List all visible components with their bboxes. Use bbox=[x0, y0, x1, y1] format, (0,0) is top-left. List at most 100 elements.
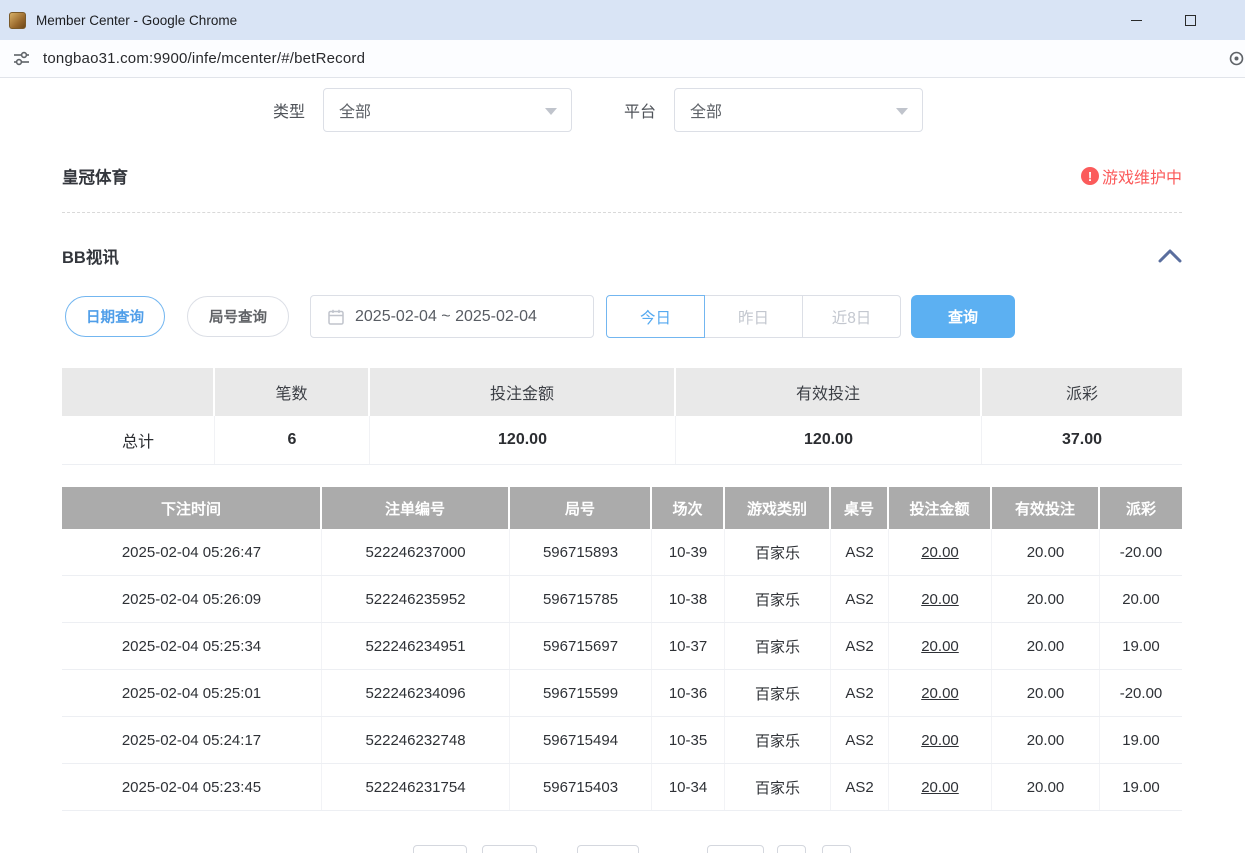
table-no-cell: AS2 bbox=[831, 764, 889, 810]
payout-cell: -20.00 bbox=[1100, 670, 1182, 716]
platform-select[interactable]: 全部 bbox=[674, 88, 923, 132]
bet-amount-link[interactable]: 20.00 bbox=[889, 717, 992, 763]
minimize-button[interactable] bbox=[1113, 0, 1159, 40]
bet-amount-link[interactable]: 20.00 bbox=[889, 670, 992, 716]
chevron-down-icon bbox=[896, 108, 908, 115]
collapse-button[interactable] bbox=[1158, 249, 1182, 263]
minimize-icon bbox=[1131, 20, 1142, 21]
bet-table-body: 2025-02-04 05:26:47 522246237000 5967158… bbox=[62, 529, 1182, 811]
order-id-cell: 522246231754 bbox=[322, 764, 510, 810]
col-header-round-id: 局号 bbox=[510, 487, 652, 529]
query-toolbar: 日期查询 局号查询 2025-02-04 ~ 2025-02-04 今日 昨日 … bbox=[62, 295, 1182, 338]
table-row: 2025-02-04 05:25:34 522246234951 5967156… bbox=[62, 623, 1182, 670]
summary-payout-value: 37.00 bbox=[982, 416, 1182, 464]
maintenance-badge: ! 游戏维护中 bbox=[1081, 164, 1182, 188]
summary-header-count: 笔数 bbox=[215, 368, 370, 416]
summary-count-value: 6 bbox=[215, 416, 370, 464]
summary-valid-bet-value: 120.00 bbox=[676, 416, 982, 464]
crown-sports-title: 皇冠体育 bbox=[62, 164, 128, 188]
summary-header-valid-bet: 有效投注 bbox=[676, 368, 982, 416]
address-url[interactable]: tongbao31.com:9900/infe/mcenter/#/betRec… bbox=[43, 50, 365, 67]
round-id-cell: 596715697 bbox=[510, 623, 652, 669]
summary-table: 笔数 投注金额 有效投注 派彩 总计 6 120.00 120.00 37.00 bbox=[62, 368, 1182, 465]
col-header-table-no: 桌号 bbox=[831, 487, 889, 529]
url-bar[interactable]: tongbao31.com:9900/infe/mcenter/#/betRec… bbox=[0, 40, 1245, 78]
round-id-cell: 596715494 bbox=[510, 717, 652, 763]
bet-time-cell: 2025-02-04 05:26:09 bbox=[62, 576, 322, 622]
bet-amount-link[interactable]: 20.00 bbox=[889, 529, 992, 575]
col-header-order-id: 注单编号 bbox=[322, 487, 510, 529]
pagination-button[interactable] bbox=[822, 845, 851, 853]
session-cell: 10-39 bbox=[652, 529, 725, 575]
round-query-tab[interactable]: 局号查询 bbox=[187, 296, 289, 337]
summary-total-row: 总计 6 120.00 120.00 37.00 bbox=[62, 416, 1182, 465]
pagination-button[interactable] bbox=[777, 845, 806, 853]
dashed-divider bbox=[62, 212, 1182, 213]
table-no-cell: AS2 bbox=[831, 576, 889, 622]
table-no-cell: AS2 bbox=[831, 670, 889, 716]
window-titlebar: Member Center - Google Chrome bbox=[0, 0, 1245, 40]
pagination-button[interactable] bbox=[482, 845, 537, 853]
date-query-tab[interactable]: 日期查询 bbox=[65, 296, 165, 337]
col-header-session: 场次 bbox=[652, 487, 725, 529]
bet-table-header-row: 下注时间 注单编号 局号 场次 游戏类别 桌号 投注金额 有效投注 派彩 bbox=[62, 487, 1182, 529]
bet-amount-link[interactable]: 20.00 bbox=[889, 764, 992, 810]
search-button[interactable]: 查询 bbox=[911, 295, 1015, 338]
col-header-payout: 派彩 bbox=[1100, 487, 1182, 529]
bet-time-cell: 2025-02-04 05:25:34 bbox=[62, 623, 322, 669]
bb-video-title: BB视讯 bbox=[62, 244, 119, 268]
summary-header-payout: 派彩 bbox=[982, 368, 1182, 416]
bet-time-cell: 2025-02-04 05:25:01 bbox=[62, 670, 322, 716]
bet-amount-link[interactable]: 20.00 bbox=[889, 576, 992, 622]
url-bar-right-icon[interactable] bbox=[1229, 51, 1244, 71]
maximize-button[interactable] bbox=[1167, 0, 1213, 40]
calendar-icon bbox=[328, 309, 344, 325]
filter-row: 类型 全部 平台 全部 bbox=[273, 88, 1182, 132]
date-range-picker[interactable]: 2025-02-04 ~ 2025-02-04 bbox=[310, 295, 594, 338]
pagination-button[interactable] bbox=[707, 845, 764, 853]
bet-amount-link[interactable]: 20.00 bbox=[889, 623, 992, 669]
payout-cell: 20.00 bbox=[1100, 576, 1182, 622]
valid-bet-cell: 20.00 bbox=[992, 529, 1100, 575]
pagination bbox=[413, 845, 1182, 853]
game-type-cell: 百家乐 bbox=[725, 717, 831, 763]
payout-cell: -20.00 bbox=[1100, 529, 1182, 575]
chevron-down-icon bbox=[545, 108, 557, 115]
round-id-cell: 596715403 bbox=[510, 764, 652, 810]
type-select[interactable]: 全部 bbox=[323, 88, 572, 132]
round-id-cell: 596715893 bbox=[510, 529, 652, 575]
valid-bet-cell: 20.00 bbox=[992, 670, 1100, 716]
session-cell: 10-38 bbox=[652, 576, 725, 622]
bet-time-cell: 2025-02-04 05:23:45 bbox=[62, 764, 322, 810]
type-select-value: 全部 bbox=[339, 98, 371, 122]
recent-8-days-button[interactable]: 近8日 bbox=[802, 295, 901, 338]
alert-icon: ! bbox=[1081, 167, 1099, 185]
game-type-cell: 百家乐 bbox=[725, 764, 831, 810]
game-type-cell: 百家乐 bbox=[725, 670, 831, 716]
today-button[interactable]: 今日 bbox=[606, 295, 705, 338]
pagination-button[interactable] bbox=[577, 845, 639, 853]
payout-cell: 19.00 bbox=[1100, 623, 1182, 669]
valid-bet-cell: 20.00 bbox=[992, 623, 1100, 669]
crown-sports-section: 皇冠体育 ! 游戏维护中 bbox=[62, 164, 1182, 188]
valid-bet-cell: 20.00 bbox=[992, 764, 1100, 810]
window-title: Member Center - Google Chrome bbox=[36, 13, 237, 28]
bb-video-section: BB视讯 bbox=[62, 244, 1182, 268]
round-id-cell: 596715599 bbox=[510, 670, 652, 716]
yesterday-button[interactable]: 昨日 bbox=[704, 295, 803, 338]
order-id-cell: 522246235952 bbox=[322, 576, 510, 622]
quick-range-group: 今日 昨日 近8日 bbox=[606, 295, 901, 338]
platform-select-value: 全部 bbox=[690, 98, 722, 122]
pagination-button[interactable] bbox=[413, 845, 467, 853]
col-header-valid-bet: 有效投注 bbox=[992, 487, 1100, 529]
session-cell: 10-36 bbox=[652, 670, 725, 716]
col-header-bet-amount: 投注金额 bbox=[889, 487, 992, 529]
table-no-cell: AS2 bbox=[831, 529, 889, 575]
bet-record-page: 类型 全部 平台 全部 皇冠体育 ! 游戏维护中 BB视讯 日期查询 局号查询 bbox=[0, 88, 1245, 853]
table-no-cell: AS2 bbox=[831, 623, 889, 669]
site-settings-icon[interactable] bbox=[13, 50, 30, 67]
date-range-value: 2025-02-04 ~ 2025-02-04 bbox=[355, 308, 537, 326]
col-header-time: 下注时间 bbox=[62, 487, 322, 529]
order-id-cell: 522246237000 bbox=[322, 529, 510, 575]
summary-total-label: 总计 bbox=[62, 416, 215, 464]
